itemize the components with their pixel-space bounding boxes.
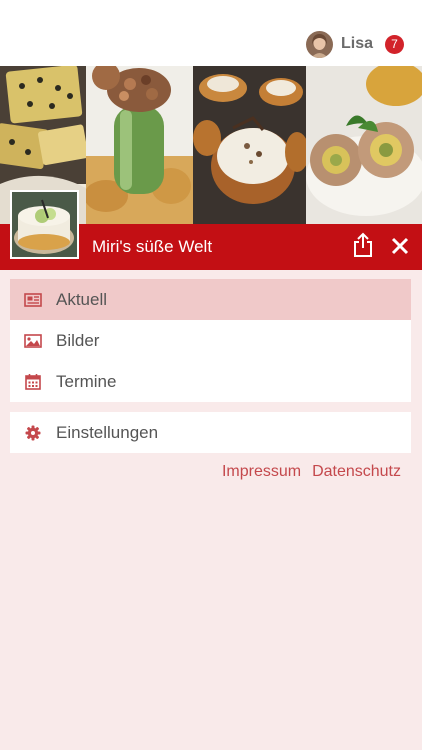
datenschutz-link[interactable]: Datenschutz xyxy=(312,463,401,481)
blog-title: Miri's süße Welt xyxy=(92,237,213,256)
close-button[interactable] xyxy=(386,232,414,260)
banner-photo-meat-rolls xyxy=(306,66,422,224)
avatar[interactable] xyxy=(305,30,333,58)
footer-links: Impressum Datenschutz xyxy=(222,463,401,481)
main-menu: Aktuell Bilder Termine xyxy=(10,279,411,402)
banner-photo-stuffed-zucchini xyxy=(86,66,193,224)
calendar-icon xyxy=(24,373,42,390)
menu-item-label: Bilder xyxy=(56,331,100,350)
menu-item-einstellungen[interactable]: Einstellungen xyxy=(10,412,411,453)
gear-icon xyxy=(24,424,42,441)
username[interactable]: Lisa xyxy=(341,35,373,53)
newspaper-icon xyxy=(24,291,42,308)
menu-item-bilder[interactable]: Bilder xyxy=(10,320,411,361)
menu-item-label: Termine xyxy=(56,372,117,391)
menu-item-aktuell[interactable]: Aktuell xyxy=(10,279,411,320)
menu-item-label: Aktuell xyxy=(56,290,108,309)
banner-photo-potato-bites xyxy=(193,66,306,224)
image-icon xyxy=(24,332,42,349)
impressum-link[interactable]: Impressum xyxy=(222,463,301,481)
notification-badge[interactable]: 7 xyxy=(385,34,404,54)
blog-thumbnail[interactable] xyxy=(10,190,79,259)
top-bar: Lisa 7 xyxy=(0,0,422,66)
menu-item-termine[interactable]: Termine xyxy=(10,361,411,402)
close-icon xyxy=(391,237,409,255)
menu-item-label: Einstellungen xyxy=(56,423,159,442)
settings-menu: Einstellungen xyxy=(10,412,411,453)
share-button[interactable] xyxy=(350,230,376,260)
user-profile[interactable]: Lisa 7 xyxy=(305,30,404,58)
share-icon xyxy=(354,232,372,257)
